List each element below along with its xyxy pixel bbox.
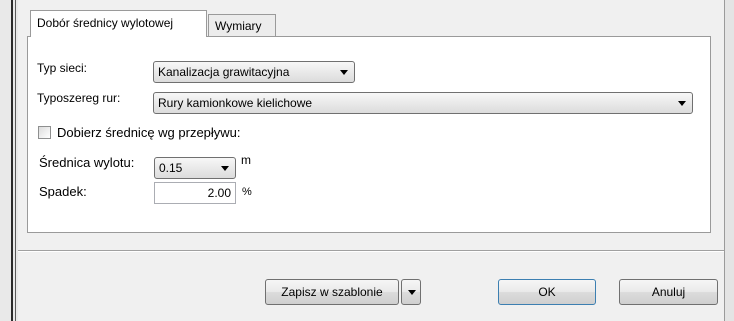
- network-type-label: Typ sieci:: [37, 61, 88, 75]
- auto-diameter-label[interactable]: Dobierz średnicę wg przepływu:: [57, 125, 241, 140]
- outlet-diameter-value: 0.15: [159, 161, 183, 175]
- divider: [18, 250, 724, 252]
- outlet-diameter-select[interactable]: 0.15: [154, 157, 236, 179]
- cancel-button[interactable]: Anuluj: [619, 279, 718, 305]
- network-type-value: Kanalizacja grawitacyjna: [158, 65, 290, 79]
- chevron-down-icon: [408, 290, 416, 295]
- ok-label: OK: [538, 285, 556, 299]
- chevron-down-icon: [340, 70, 348, 75]
- pipe-series-select[interactable]: Rury kamionkowe kielichowe: [153, 92, 693, 114]
- frame-border-line: [11, 0, 13, 321]
- ok-button[interactable]: OK: [498, 279, 596, 305]
- slope-input[interactable]: 2.00: [154, 182, 236, 204]
- outlet-diameter-unit: m: [241, 153, 251, 167]
- pipe-series-value: Rury kamionkowe kielichowe: [158, 96, 313, 110]
- pipe-series-label: Typoszereg rur:: [37, 91, 121, 105]
- slope-label: Spadek:: [39, 184, 87, 199]
- auto-diameter-checkbox[interactable]: [38, 126, 51, 139]
- outlet-diameter-label: Średnica wylotu:: [39, 155, 135, 170]
- frame-border-line: [15, 0, 16, 321]
- network-type-select[interactable]: Kanalizacja grawitacyjna: [153, 61, 355, 83]
- chevron-down-icon: [221, 166, 229, 171]
- slope-value: 2.00: [207, 186, 231, 200]
- slope-unit: %: [242, 186, 252, 198]
- tab-label: Wymiary: [215, 19, 262, 33]
- tab-label: Dobór średnicy wylotowej: [37, 16, 174, 30]
- cancel-label: Anuluj: [651, 285, 686, 299]
- save-template-menu-button[interactable]: [401, 279, 421, 305]
- save-template-label: Zapisz w szablonie: [281, 285, 383, 299]
- tab-outlet-diameter[interactable]: Dobór średnicy wylotowej: [30, 10, 207, 37]
- tab-dimensions[interactable]: Wymiary: [208, 14, 276, 36]
- chevron-down-icon: [678, 101, 686, 106]
- window-frame-right: [724, 0, 734, 321]
- save-template-button[interactable]: Zapisz w szablonie: [265, 279, 399, 305]
